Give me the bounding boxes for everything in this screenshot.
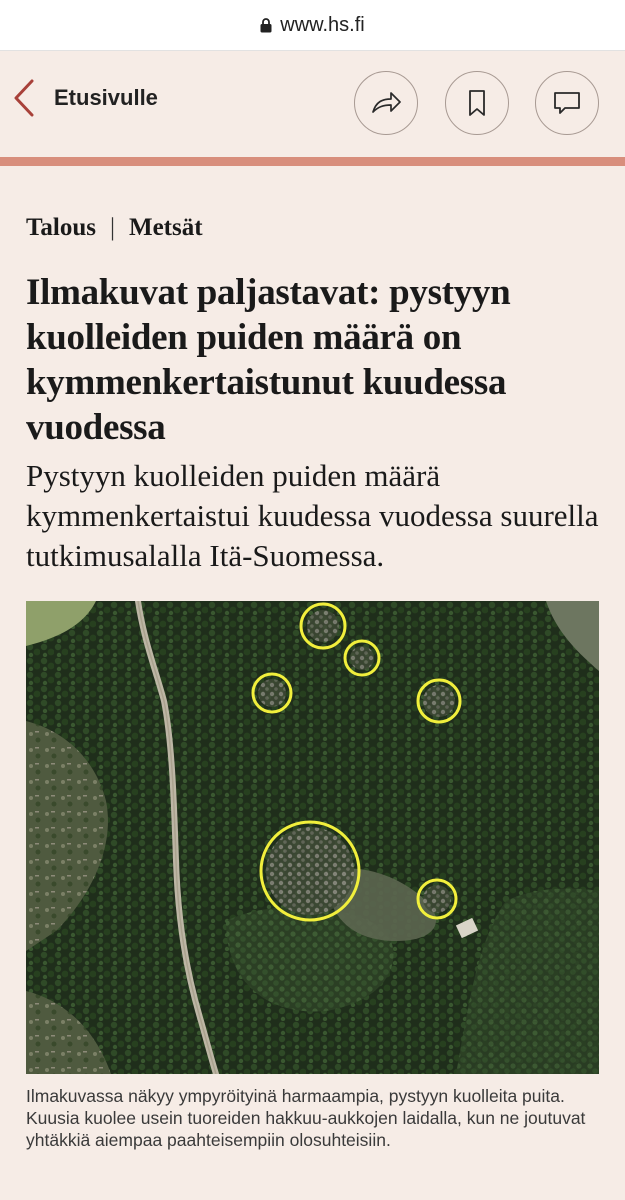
article-nav-bar: Etusivulle (0, 51, 625, 157)
share-button[interactable] (354, 71, 418, 135)
article-kicker: Talous | Metsät (26, 214, 203, 242)
bookmark-icon (469, 90, 485, 116)
article-headline: Ilmakuvat paljastavat: pystyyn kuolleide… (26, 272, 511, 448)
back-button[interactable]: Etusivulle (12, 79, 158, 117)
url-text: www.hs.fi (280, 13, 365, 36)
browser-url-bar[interactable]: www.hs.fi (0, 0, 625, 51)
chevron-left-icon (14, 79, 34, 117)
comment-icon (554, 92, 580, 114)
accent-divider (0, 157, 625, 166)
photo-caption: Ilmakuvassa näkyy ympyröityinä harmaampi… (26, 1086, 586, 1150)
comments-button[interactable] (535, 71, 599, 135)
back-label: Etusivulle (54, 85, 158, 110)
share-icon (372, 92, 401, 113)
kicker-separator: | (109, 214, 115, 241)
lock-icon (260, 17, 272, 32)
topic-link[interactable]: Metsät (129, 214, 203, 242)
bookmark-button[interactable] (445, 71, 509, 135)
article-lead: Pystyyn kuolleiden puiden määrä kymmenke… (26, 458, 599, 573)
aerial-photo-illustration (26, 601, 599, 1074)
aerial-forest-photo[interactable] (26, 601, 599, 1074)
section-link[interactable]: Talous (26, 214, 96, 242)
